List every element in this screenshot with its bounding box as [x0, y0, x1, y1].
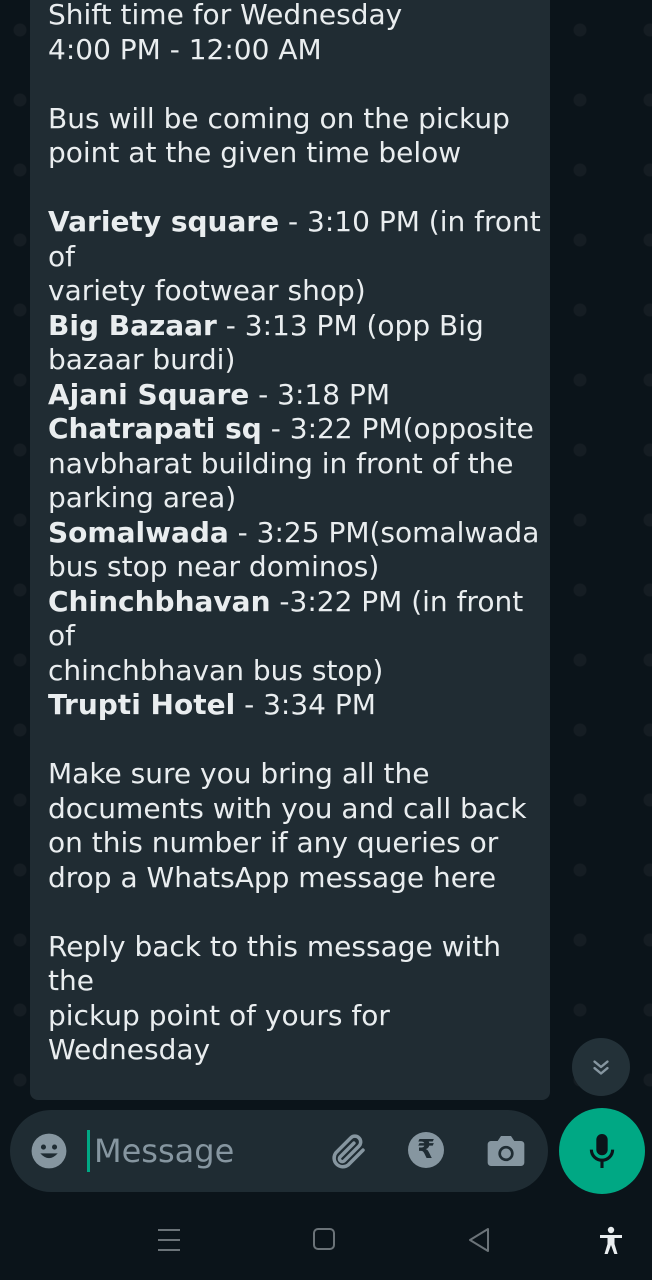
message-line-text: drop a WhatsApp message here	[48, 860, 497, 894]
message-line: pickup point of yours for Wednesday	[48, 999, 548, 1068]
home-icon[interactable]	[312, 1226, 336, 1252]
message-line-text: point at the given time below	[48, 136, 462, 169]
message-line: Trupti Hotel - 3:34 PM	[48, 688, 548, 723]
payment-button[interactable]: ₹	[408, 1132, 444, 1168]
message-line: Ajani Square - 3:18 PM	[48, 378, 548, 413]
emoji-icon[interactable]	[30, 1132, 68, 1170]
pickup-point-name: Ajani Square	[48, 377, 250, 411]
message-line-text: Shift time for Wednesday	[48, 0, 403, 31]
message-line-text: documents with you and call back	[48, 791, 527, 825]
message-line: drop a WhatsApp message here	[48, 861, 548, 896]
voice-record-button[interactable]	[559, 1108, 645, 1194]
message-line: Reply back to this message with the	[48, 930, 548, 999]
message-line: documents with you and call back	[48, 792, 548, 827]
message-line: chinchbhavan bus stop)	[48, 654, 548, 689]
message-input[interactable]: Message	[94, 1130, 234, 1172]
system-navigation-bar	[0, 1200, 652, 1280]
message-line: Shift time for Wednesday	[48, 0, 548, 33]
message-line-text: - 3:13 PM (opp Big	[216, 308, 484, 342]
message-line-text: Make sure you bring all the	[48, 757, 430, 790]
message-line: Chinchbhavan -3:22 PM (in front of	[48, 585, 548, 654]
message-line: parking area)	[48, 481, 548, 516]
camera-icon[interactable]	[486, 1132, 526, 1170]
back-icon[interactable]	[466, 1226, 492, 1254]
message-line: Make sure you bring all the	[48, 757, 548, 792]
message-bubble[interactable]: Shift time for Wednesday 4:00 PM - 12:00 …	[30, 0, 550, 1100]
paperclip-icon[interactable]	[328, 1130, 370, 1172]
message-line: navbharat building in front of the	[48, 447, 548, 482]
message-text: Shift time for Wednesday 4:00 PM - 12:00 …	[48, 0, 548, 1100]
message-line-text: Bus will be coming on the pickup	[48, 101, 510, 135]
pickup-point-name: Big Bazaar	[48, 308, 217, 342]
message-line-text: chinchbhavan bus stop)	[48, 653, 384, 687]
message-line-text: - 3:34 PM	[235, 688, 376, 721]
pickup-point-name: Variety square	[48, 205, 280, 238]
microphone-icon	[589, 1134, 615, 1168]
pickup-point-name: Chatrapati sq	[48, 412, 262, 445]
message-line: point at the given time below	[48, 136, 548, 171]
text-cursor	[87, 1130, 90, 1172]
message-line-text: variety footwear shop)	[48, 274, 366, 307]
message-line: bazaar burdi)	[48, 343, 548, 378]
message-line-text: bus stop near dominos)	[48, 550, 380, 583]
message-line: variety footwear shop)	[48, 274, 548, 309]
message-line: 4:00 PM - 12:00 AM	[48, 33, 548, 68]
message-line-text: Reply back to this message with the	[48, 929, 510, 998]
message-line-text: - 3:25 PM(somalwada	[228, 515, 540, 549]
message-line: on this number if any queries or	[48, 826, 548, 861]
pickup-point-name: Somalwada	[48, 515, 229, 549]
message-line: Chatrapati sq - 3:22 PM(opposite	[48, 412, 548, 447]
pickup-point-name: Trupti Hotel	[48, 688, 236, 721]
message-line: bus stop near dominos)	[48, 550, 548, 585]
message-line: Variety square - 3:10 PM (in front of	[48, 205, 548, 274]
message-line-text: on this number if any queries or	[48, 826, 499, 859]
message-line-text: bazaar burdi)	[48, 343, 236, 376]
message-line-text: parking area)	[48, 481, 237, 514]
scroll-to-bottom-button[interactable]	[572, 1038, 630, 1096]
message-line: Bus will be coming on the pickup	[48, 102, 548, 137]
message-line-text: - 3:22 PM(opposite	[261, 412, 534, 445]
pickup-point-name: Chinchbhavan	[48, 584, 271, 618]
message-line-text: 4:00 PM - 12:00 AM	[48, 32, 322, 66]
message-line: Somalwada - 3:25 PM(somalwada	[48, 516, 548, 551]
chevrons-down-icon	[593, 1060, 609, 1075]
recent-apps-icon[interactable]	[156, 1226, 182, 1254]
message-line-text: pickup point of yours for Wednesday	[48, 998, 399, 1067]
accessibility-icon[interactable]	[598, 1226, 624, 1256]
message-composer: Message ₹	[10, 1110, 548, 1192]
message-line-text: - 3:18 PM	[249, 377, 391, 411]
message-line: Big Bazaar - 3:13 PM (opp Big	[48, 309, 548, 344]
message-line-text: navbharat building in front of the	[48, 446, 514, 480]
